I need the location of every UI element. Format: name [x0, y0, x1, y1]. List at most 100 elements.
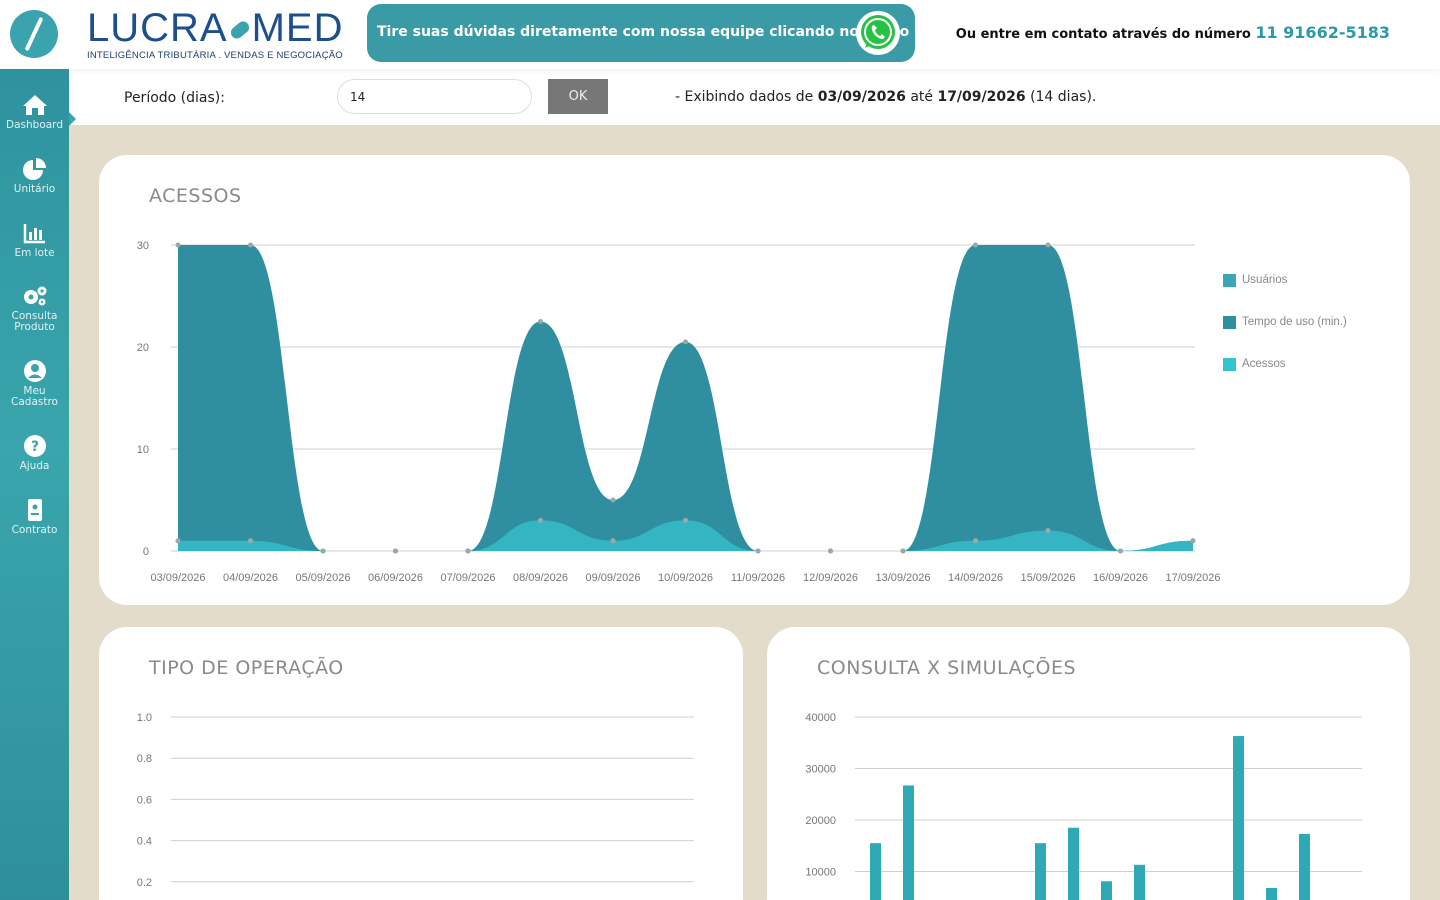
x-tick-label: 12/09/2026 — [803, 572, 858, 584]
legend-label: Usuários — [1242, 274, 1288, 286]
data-point — [900, 548, 906, 554]
bar — [1101, 881, 1112, 900]
tipo-operacao-chart: 0.2 0.4 0.6 0.8 1.0 — [137, 712, 694, 889]
data-point — [465, 548, 471, 554]
data-point — [1045, 528, 1051, 534]
legend-swatch — [1223, 357, 1236, 371]
y-tick-label: 0 — [143, 546, 149, 558]
bar — [1035, 843, 1046, 900]
data-point — [610, 497, 616, 503]
data-point — [828, 548, 833, 554]
brand-tagline: INTELIGÊNCIA TRIBUTÁRIA . VENDAS E NEGOC… — [87, 50, 343, 61]
logo-box[interactable] — [0, 0, 69, 69]
legend-item-tempo[interactable]: Tempo de uso (min.) — [1223, 315, 1347, 329]
x-tick-label: 10/09/2026 — [658, 572, 713, 584]
pill-icon — [228, 19, 252, 42]
brand-name: LUCRA MED — [87, 8, 343, 48]
whatsapp-text: Tire suas dúvidas diretamente com nossa … — [377, 24, 910, 40]
acessos-chart: 0 10 20 30 03/09/2026 04/09/2026 05/09/2026 06/… — [137, 240, 1221, 584]
legend-swatch — [1223, 273, 1236, 287]
data-point — [248, 242, 253, 248]
sidebar-item-consulta-produto[interactable]: Consulta Produto — [0, 283, 69, 333]
data-point — [683, 339, 688, 345]
sidebar-item-meu-cadastro[interactable]: Meu Cadastro — [0, 358, 69, 408]
y-tick-label: 0.6 — [137, 794, 152, 806]
contact-phone[interactable]: 11 91662-5183 — [1255, 23, 1390, 42]
bar — [1068, 827, 1079, 900]
bar — [903, 785, 914, 900]
sidebar-item-label: Ajuda — [19, 460, 50, 472]
data-point — [973, 538, 978, 544]
sidebar-item-ajuda[interactable]: ? Ajuda — [0, 433, 69, 472]
y-tick-label: 0.2 — [137, 877, 152, 889]
legend-item-usuarios[interactable]: Usuários — [1223, 273, 1347, 287]
card-consulta-simulacoes: CONSULTA X SIMULAÇÕES 10000 20000 30000 400… — [767, 627, 1410, 900]
data-point — [175, 538, 181, 544]
y-tick-label: 20 — [137, 342, 149, 354]
bar — [1266, 887, 1277, 900]
bar — [1134, 864, 1145, 900]
svg-text:?: ? — [30, 439, 38, 455]
chart-legend: Usuários Tempo de uso (min.) Acessos — [1223, 273, 1347, 399]
y-tick-label: 30000 — [805, 764, 836, 776]
period-info-suffix: (14 dias). — [1030, 89, 1097, 105]
sidebar-item-label: Meu Cadastro — [11, 385, 58, 408]
x-tick-label: 06/09/2026 — [368, 572, 423, 584]
period-bar: Período (dias): OK - Exibindo dados de 0… — [69, 69, 1440, 125]
sidebar-item-contrato[interactable]: Contrato — [0, 497, 69, 536]
period-input[interactable] — [337, 79, 532, 114]
x-tick-label: 11/09/2026 — [731, 572, 785, 584]
y-tick-label: 1.0 — [137, 712, 152, 724]
sidebar-item-label: Consulta Produto — [11, 310, 58, 333]
brand-logo[interactable]: LUCRA MED INTELIGÊNCIA TRIBUTÁRIA . VENDA… — [87, 8, 343, 61]
contact-text: Ou entre em contato através do número — [955, 27, 1251, 42]
card-acessos: ACESSOS 0 10 20 30 03/09/2026 04/09/2026 05/09… — [99, 155, 1410, 605]
bar — [870, 843, 881, 900]
help-icon: ? — [23, 435, 46, 457]
consulta-simulacoes-chart: 10000 20000 30000 40000 — [805, 712, 1362, 900]
sidebar-item-label: Em lote — [14, 247, 55, 259]
x-tick-label: 16/09/2026 — [1093, 572, 1148, 584]
home-icon — [22, 95, 47, 115]
sidebar-item-label: Dashboard — [6, 119, 63, 131]
period-info: - Exibindo dados de 03/09/2026 até 17/09… — [675, 89, 1096, 105]
data-point — [175, 242, 181, 248]
legend-label: Acessos — [1242, 358, 1286, 370]
ok-button[interactable]: OK — [548, 79, 608, 114]
legend-item-acessos[interactable]: Acessos — [1223, 357, 1347, 371]
data-point — [973, 242, 978, 248]
data-point — [393, 548, 398, 554]
x-tick-label: 14/09/2026 — [948, 572, 1003, 584]
data-point — [1118, 548, 1123, 554]
y-tick-label: 10 — [137, 444, 149, 456]
x-tick-label: 13/09/2026 — [875, 572, 930, 584]
period-date-from: 03/09/2026 — [817, 89, 906, 105]
y-tick-label: 40000 — [805, 712, 836, 724]
sidebar-item-label: Unitário — [13, 183, 56, 195]
x-tick-label: 15/09/2026 — [1020, 572, 1075, 584]
data-point — [1045, 242, 1051, 248]
gears-icon — [23, 286, 46, 306]
whatsapp-icon[interactable] — [855, 10, 901, 56]
header: LUCRA MED INTELIGÊNCIA TRIBUTÁRIA . VENDA… — [69, 0, 1440, 69]
sidebar-item-em-lote[interactable]: Em lote — [0, 220, 69, 259]
data-point — [248, 538, 253, 544]
bar — [1299, 833, 1310, 900]
sidebar-item-dashboard[interactable]: Dashboard — [0, 92, 76, 131]
x-tick-label: 04/09/2026 — [223, 572, 278, 584]
data-point — [320, 548, 326, 554]
x-tick-label: 17/09/2026 — [1165, 572, 1220, 584]
series-area — [178, 245, 1193, 551]
y-tick-label: 0.8 — [137, 753, 152, 765]
y-tick-label: 30 — [137, 240, 149, 252]
brand-name-left: LUCRA — [87, 6, 228, 50]
data-point — [610, 538, 616, 544]
y-tick-label: 10000 — [805, 867, 836, 879]
period-label: Período (dias): — [124, 90, 225, 106]
data-point — [538, 319, 543, 324]
user-icon — [23, 360, 46, 382]
sidebar-item-unitario[interactable]: Unitário — [0, 156, 69, 195]
sidebar: Dashboard Unitário Em lote Consulta Prod… — [0, 0, 76, 900]
contract-icon — [27, 499, 42, 521]
data-point — [755, 548, 761, 554]
